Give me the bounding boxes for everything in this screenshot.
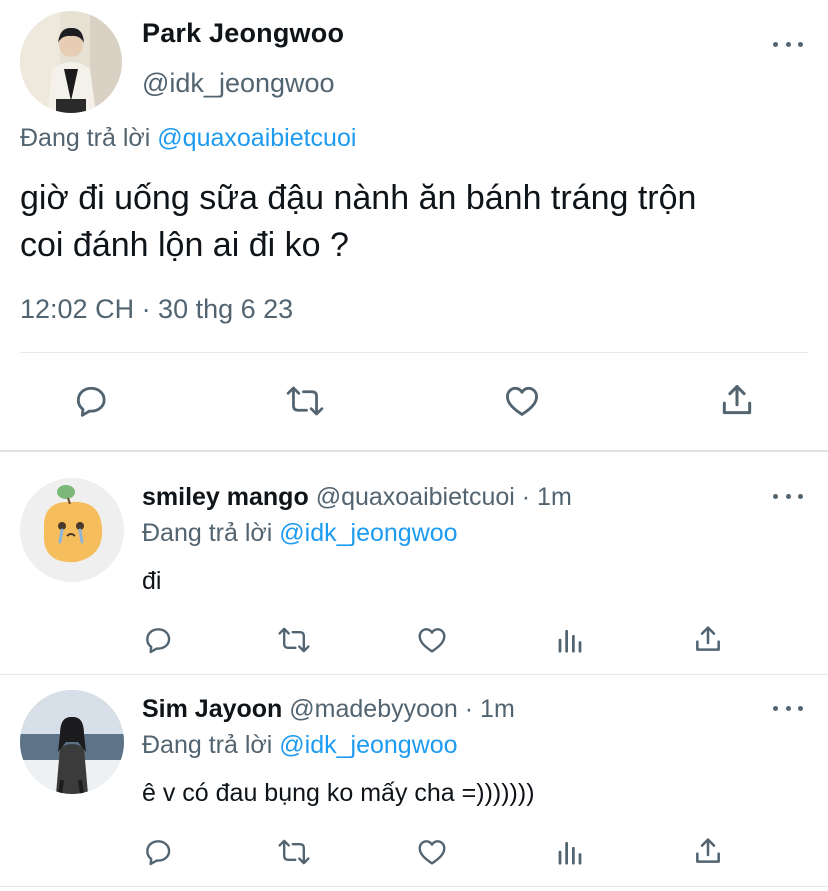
retweet-icon[interactable] — [277, 836, 311, 868]
reply-header: Sim Jayoon @madebyyoon · 1m — [142, 695, 515, 724]
replying-prefix: Đang trả lời — [142, 519, 273, 547]
retweet-icon[interactable] — [285, 382, 325, 420]
divider — [0, 674, 828, 675]
reply-text: ê v có đau bụng ko mấy cha =))))))) — [142, 779, 535, 807]
reply-avatar[interactable] — [20, 690, 124, 794]
tweet-text-line: giờ đi uống sữa đậu nành ăn bánh tráng t… — [20, 179, 697, 217]
author-avatar[interactable] — [20, 11, 122, 113]
tweet-text: giờ đi uống sữa đậu nành ăn bánh tráng t… — [20, 175, 820, 269]
reply-header: smiley mango @quaxoaibietcuoi · 1m — [142, 483, 572, 512]
author-display-name[interactable]: Park Jeongwoo — [142, 18, 344, 49]
reply-handle[interactable]: @quaxoaibietcuoi — [316, 483, 515, 511]
reply-icon[interactable] — [142, 836, 174, 868]
author-handle[interactable]: @idk_jeongwoo — [142, 68, 335, 99]
reply-display-name[interactable]: Sim Jayoon — [142, 695, 282, 723]
replying-to-line: Đang trả lời @idk_jeongwoo — [142, 731, 458, 760]
replying-to-line: Đang trả lời @quaxoaibietcuoi — [20, 124, 356, 153]
retweet-icon[interactable] — [277, 624, 311, 656]
more-options-icon[interactable] — [773, 703, 803, 713]
reply-avatar[interactable] — [20, 478, 124, 582]
reply-icon[interactable] — [72, 382, 110, 420]
reply-time[interactable]: · 1m — [522, 483, 572, 511]
reply-time[interactable]: · 1m — [465, 695, 515, 723]
reply-text: đi — [142, 567, 162, 595]
tweet-timestamp[interactable]: 12:02 CH · 30 thg 6 23 — [20, 294, 293, 325]
like-icon[interactable] — [503, 382, 541, 420]
share-icon[interactable] — [692, 623, 724, 655]
replying-prefix: Đang trả lời — [142, 731, 273, 759]
analytics-icon[interactable] — [555, 836, 585, 868]
more-options-icon[interactable] — [773, 491, 803, 501]
replying-to-link[interactable]: @quaxoaibietcuoi — [157, 124, 356, 152]
replying-to-link[interactable]: @idk_jeongwoo — [279, 519, 457, 547]
like-icon[interactable] — [416, 836, 448, 868]
section-divider — [0, 450, 828, 452]
reply-icon[interactable] — [142, 624, 174, 656]
replying-prefix: Đang trả lời — [20, 124, 151, 152]
like-icon[interactable] — [416, 624, 448, 656]
reply-handle[interactable]: @madebyyoon — [289, 695, 458, 723]
replying-to-line: Đang trả lời @idk_jeongwoo — [142, 519, 458, 548]
reply-display-name[interactable]: smiley mango — [142, 483, 309, 511]
divider — [20, 352, 808, 353]
divider — [0, 886, 828, 887]
share-icon[interactable] — [692, 835, 724, 867]
analytics-icon[interactable] — [555, 624, 585, 656]
more-options-icon[interactable] — [773, 39, 803, 49]
share-icon[interactable] — [718, 381, 756, 419]
tweet-text-line: coi đánh lộn ai đi ko ? — [20, 226, 349, 264]
replying-to-link[interactable]: @idk_jeongwoo — [279, 731, 457, 759]
